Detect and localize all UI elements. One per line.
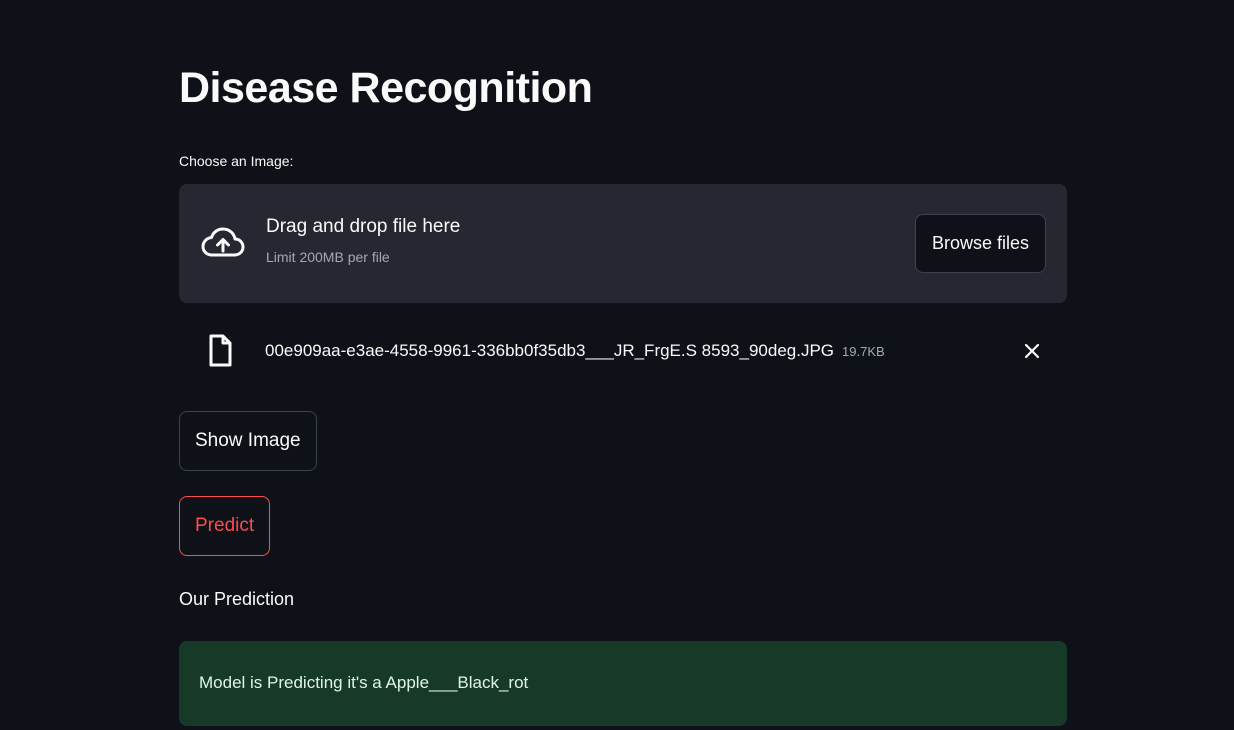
dropzone-text: Drag and drop file here — [266, 216, 461, 237]
file-icon — [209, 334, 232, 367]
file-dropzone[interactable]: Drag and drop file here Limit 200MB per … — [179, 184, 1067, 303]
prediction-result-text: Model is Predicting it's a Apple___Black… — [199, 673, 529, 692]
prediction-heading: Our Prediction — [179, 589, 295, 609]
browse-files-button[interactable]: Browse files — [914, 214, 1046, 273]
prediction-result-box: Model is Predicting it's a Apple___Black… — [179, 641, 1067, 726]
close-icon — [1024, 343, 1040, 359]
uploader-label: Choose an Image: — [179, 153, 294, 169]
file-name-row: 00e909aa-e3ae-4558-9961-336bb0f35db3___J… — [265, 339, 885, 364]
file-name: 00e909aa-e3ae-4558-9961-336bb0f35db3___J… — [265, 341, 835, 360]
dropzone-instructions: Drag and drop file here Limit 200MB per … — [266, 214, 460, 266]
page-title: Disease Recognition — [179, 64, 593, 112]
uploaded-file: 00e909aa-e3ae-4558-9961-336bb0f35db3___J… — [179, 328, 1067, 374]
show-image-button[interactable]: Show Image — [179, 411, 317, 471]
cloud-upload-icon — [201, 227, 245, 257]
dropzone-limit: Limit 200MB per file — [266, 249, 390, 265]
file-size: 19.7KB — [842, 344, 885, 359]
predict-button[interactable]: Predict — [179, 496, 271, 556]
remove-file-button[interactable] — [1019, 338, 1045, 364]
